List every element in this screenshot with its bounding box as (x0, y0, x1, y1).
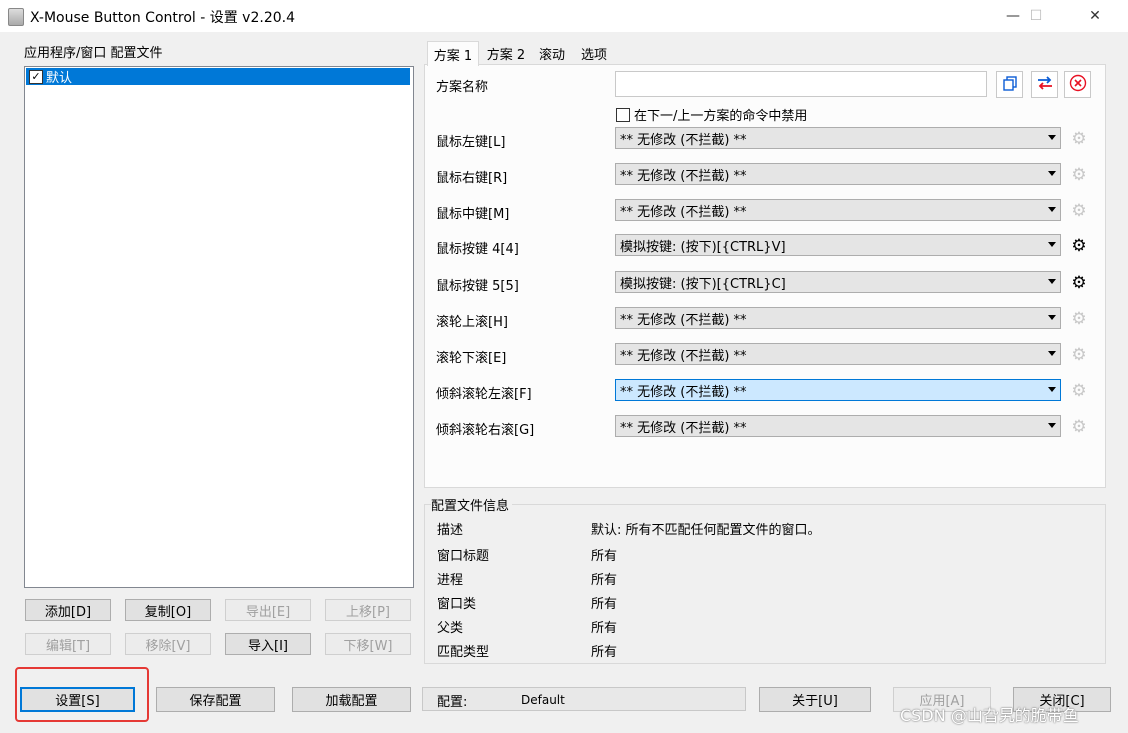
copy-scheme-button[interactable] (996, 71, 1023, 98)
chevron-down-icon (1048, 387, 1056, 392)
mapping-dropdown[interactable]: 模拟按键: (按下)[{CTRL}V] (615, 234, 1061, 256)
swap-scheme-button[interactable] (1031, 71, 1058, 98)
chevron-down-icon (1048, 315, 1056, 320)
info-value: 所有 (591, 597, 618, 612)
about-button[interactable]: 关于[U] (759, 687, 871, 712)
gear-icon[interactable]: ⚙ (1069, 417, 1089, 437)
mapping-label: 滚轮下滚[E] (436, 351, 507, 366)
mapping-dropdown[interactable]: 模拟按键: (按下)[{CTRL}C] (615, 271, 1061, 293)
swap-icon (1036, 75, 1054, 95)
tab-options[interactable]: 选项 (575, 43, 613, 64)
add-profile-button[interactable]: 添加[D] (25, 599, 111, 621)
mapping-value: ** 无修改 (不拦截) ** (620, 312, 747, 328)
gear-icon[interactable]: ⚙ (1069, 345, 1089, 365)
move-up-button[interactable]: 上移[P] (325, 599, 411, 621)
gear-icon[interactable]: ⚙ (1069, 309, 1089, 329)
mapping-dropdown[interactable]: ** 无修改 (不拦截) ** (615, 307, 1061, 329)
gear-icon[interactable]: ⚙ (1069, 201, 1089, 221)
import-profile-button[interactable]: 导入[I] (225, 633, 311, 655)
load-config-button[interactable]: 加载配置 (292, 687, 411, 712)
tab-scheme-1[interactable]: 方案 1 (427, 41, 479, 66)
mapping-label: 倾斜滚轮左滚[F] (436, 387, 532, 402)
info-value: 所有 (591, 549, 618, 564)
gear-icon[interactable]: ⚙ (1069, 129, 1089, 149)
mapping-label: 鼠标中键[M] (436, 207, 510, 222)
mapping-value: ** 无修改 (不拦截) ** (620, 204, 747, 220)
disable-checkbox-row[interactable]: 在下一/上一方案的命令中禁用 (616, 105, 807, 124)
mapping-dropdown[interactable]: ** 无修改 (不拦截) ** (615, 415, 1061, 437)
profiles-list[interactable]: ✓ 默认 (24, 66, 414, 588)
gear-icon[interactable]: ⚙ (1069, 165, 1089, 185)
scheme-name-input[interactable] (615, 71, 987, 97)
tab-scheme-2[interactable]: 方案 2 (482, 43, 530, 64)
mapping-label: 鼠标按键 4[4] (436, 242, 519, 257)
chevron-down-icon (1048, 423, 1056, 428)
app-icon (8, 8, 24, 26)
profile-label: 默认 (46, 71, 73, 86)
mapping-value: ** 无修改 (不拦截) ** (620, 168, 747, 184)
mapping-label: 倾斜滚轮右滚[G] (436, 423, 535, 438)
chevron-down-icon (1048, 207, 1056, 212)
info-value: 所有 (591, 621, 618, 636)
profile-checkbox[interactable]: ✓ (29, 69, 43, 84)
chevron-down-icon (1048, 135, 1056, 140)
profiles-group-label: 应用程序/窗口 配置文件 (24, 46, 163, 61)
info-key: 父类 (437, 621, 464, 636)
save-config-button[interactable]: 保存配置 (156, 687, 275, 712)
gear-icon[interactable]: ⚙ (1069, 381, 1089, 401)
mapping-label: 鼠标右键[R] (436, 171, 508, 186)
tab-scroll[interactable]: 滚动 (534, 43, 570, 64)
remove-profile-button[interactable]: 移除[V] (125, 633, 211, 655)
mapping-value: 模拟按键: (按下)[{CTRL}V] (620, 239, 786, 255)
config-value: Default (521, 693, 565, 707)
disable-checkbox-label: 在下一/上一方案的命令中禁用 (634, 109, 808, 124)
mapping-value: ** 无修改 (不拦截) ** (620, 348, 747, 364)
delete-scheme-button[interactable] (1064, 71, 1091, 98)
gear-icon[interactable]: ⚙ (1069, 236, 1089, 256)
mapping-dropdown[interactable]: ** 无修改 (不拦截) ** (615, 163, 1061, 185)
window-title: X-Mouse Button Control - 设置 v2.20.4 (30, 10, 295, 26)
edit-profile-button[interactable]: 编辑[T] (25, 633, 111, 655)
info-key: 窗口类 (437, 597, 477, 612)
disable-checkbox[interactable] (616, 107, 630, 122)
mapping-value: ** 无修改 (不拦截) ** (620, 420, 747, 436)
info-value: 所有 (591, 645, 618, 660)
info-key: 描述 (437, 523, 464, 538)
config-label: 配置: (437, 695, 468, 710)
mapping-label: 鼠标左键[L] (436, 135, 506, 150)
mapping-label: 滚轮上滚[H] (436, 315, 508, 330)
list-item[interactable]: ✓ 默认 (26, 68, 410, 86)
chevron-down-icon (1048, 279, 1056, 284)
delete-icon (1069, 74, 1087, 96)
move-down-button[interactable]: 下移[W] (325, 633, 411, 655)
info-key: 进程 (437, 573, 464, 588)
mapping-value: 模拟按键: (按下)[{CTRL}C] (620, 276, 786, 292)
config-status (422, 687, 746, 711)
mapping-dropdown[interactable]: ** 无修改 (不拦截) ** (615, 199, 1061, 221)
chevron-down-icon (1048, 171, 1056, 176)
maximize-button[interactable]: ☐ (1013, 0, 1059, 32)
info-key: 匹配类型 (437, 645, 490, 660)
gear-icon[interactable]: ⚙ (1069, 273, 1089, 293)
chevron-down-icon (1048, 351, 1056, 356)
close-window-button[interactable]: ✕ (1072, 0, 1118, 32)
mapping-label: 鼠标按键 5[5] (436, 279, 519, 294)
mapping-dropdown[interactable]: ** 无修改 (不拦截) ** (615, 127, 1061, 149)
mapping-dropdown[interactable]: ** 无修改 (不拦截) ** (615, 343, 1061, 365)
profile-info-label: 配置文件信息 (431, 495, 513, 514)
copy-icon (1002, 75, 1018, 95)
chevron-down-icon (1048, 242, 1056, 247)
copy-profile-button[interactable]: 复制[O] (125, 599, 211, 621)
mapping-value: ** 无修改 (不拦截) ** (620, 132, 747, 148)
scheme-name-label: 方案名称 (436, 80, 489, 95)
info-key: 窗口标题 (437, 549, 490, 564)
info-value: 默认: 所有不匹配任何配置文件的窗口。 (591, 523, 821, 538)
export-profile-button[interactable]: 导出[E] (225, 599, 311, 621)
mapping-value: ** 无修改 (不拦截) ** (620, 384, 747, 400)
mapping-dropdown[interactable]: ** 无修改 (不拦截) ** (615, 379, 1061, 401)
annotation-highlight (15, 667, 149, 722)
info-value: 所有 (591, 573, 618, 588)
watermark: CSDN @山旮旯的脆带鱼 (900, 706, 1079, 725)
